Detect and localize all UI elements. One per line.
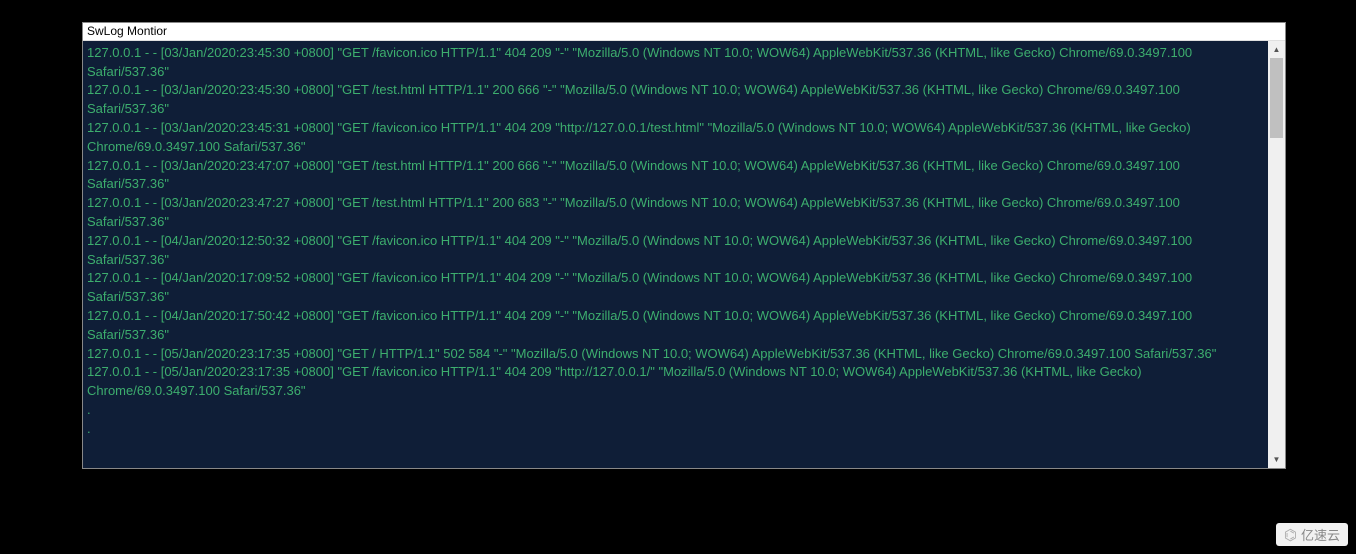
log-line: . [87,420,1264,439]
scroll-up-button[interactable]: ▲ [1268,41,1285,58]
scroll-thumb[interactable] [1270,58,1283,138]
window-title: SwLog Montior [87,24,167,38]
log-line: 127.0.0.1 - - [05/Jan/2020:23:17:35 +080… [87,363,1264,401]
watermark-text: 亿速云 [1301,525,1340,544]
log-monitor-window: SwLog Montior Chrome/69.0.3497.100 Safar… [82,22,1286,469]
log-output[interactable]: Chrome/69.0.3497.100 Safari/537.36" 127.… [83,41,1268,468]
log-line: 127.0.0.1 - - [03/Jan/2020:23:45:30 +080… [87,44,1264,82]
log-line: 127.0.0.1 - - [04/Jan/2020:12:50:32 +080… [87,232,1264,270]
log-line: 127.0.0.1 - - [05/Jan/2020:23:17:35 +080… [87,345,1264,364]
scroll-down-icon: ▼ [1273,455,1281,464]
log-line: 127.0.0.1 - - [04/Jan/2020:17:09:52 +080… [87,269,1264,307]
log-line: 127.0.0.1 - - [03/Jan/2020:23:47:07 +080… [87,157,1264,195]
vertical-scrollbar[interactable]: ▲ ▼ [1268,41,1285,468]
log-line: 127.0.0.1 - - [03/Jan/2020:23:45:31 +080… [87,119,1264,157]
scroll-up-icon: ▲ [1273,45,1281,54]
log-container: Chrome/69.0.3497.100 Safari/537.36" 127.… [83,41,1285,468]
log-line: 127.0.0.1 - - [03/Jan/2020:23:47:27 +080… [87,194,1264,232]
log-line: . [87,401,1264,420]
watermark: ⌬ 亿速云 [1276,523,1348,546]
watermark-icon: ⌬ [1284,526,1297,544]
scroll-down-button[interactable]: ▼ [1268,451,1285,468]
log-line: 127.0.0.1 - - [04/Jan/2020:17:50:42 +080… [87,307,1264,345]
window-titlebar[interactable]: SwLog Montior [83,23,1285,41]
log-line: 127.0.0.1 - - [03/Jan/2020:23:45:30 +080… [87,81,1264,119]
